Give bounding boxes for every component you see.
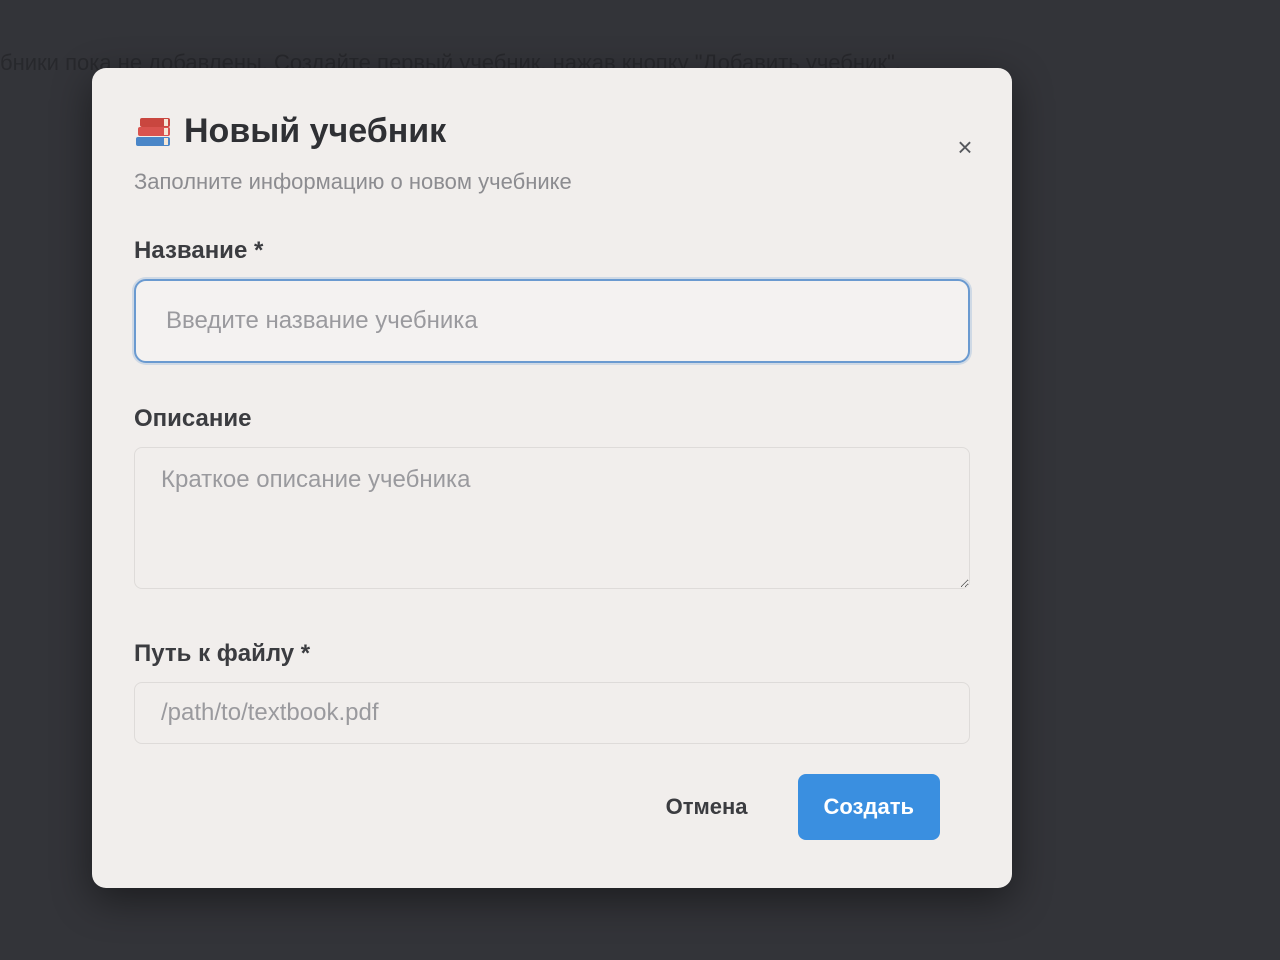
textbook-name-input[interactable] — [134, 279, 970, 363]
close-icon[interactable]: × — [948, 130, 982, 164]
books-icon — [134, 115, 174, 149]
required-mark: * — [253, 237, 264, 264]
file-path-label-text: Путь к файлу — [134, 640, 295, 667]
dialog-title: Новый учебник — [184, 112, 447, 150]
name-label-text: Название — [134, 237, 248, 264]
dialog-subtitle: Заполните информацию о новом учебнике — [134, 169, 572, 194]
create-button[interactable]: Создать — [797, 774, 940, 840]
textbook-description-textarea[interactable] — [134, 447, 970, 589]
file-path-label: Путь к файлу * — [134, 640, 970, 668]
file-path-input[interactable] — [134, 682, 970, 744]
new-textbook-dialog: Новый учебник × Заполните информацию о н… — [92, 68, 1012, 888]
description-label: Описание — [134, 405, 970, 433]
dialog-actions: Отмена Создать — [134, 774, 970, 840]
dialog-header: Новый учебник — [134, 112, 970, 151]
name-label: Название * — [134, 237, 970, 265]
cancel-button[interactable]: Отмена — [656, 778, 758, 836]
description-label-text: Описание — [134, 405, 252, 432]
required-mark: * — [300, 640, 311, 667]
